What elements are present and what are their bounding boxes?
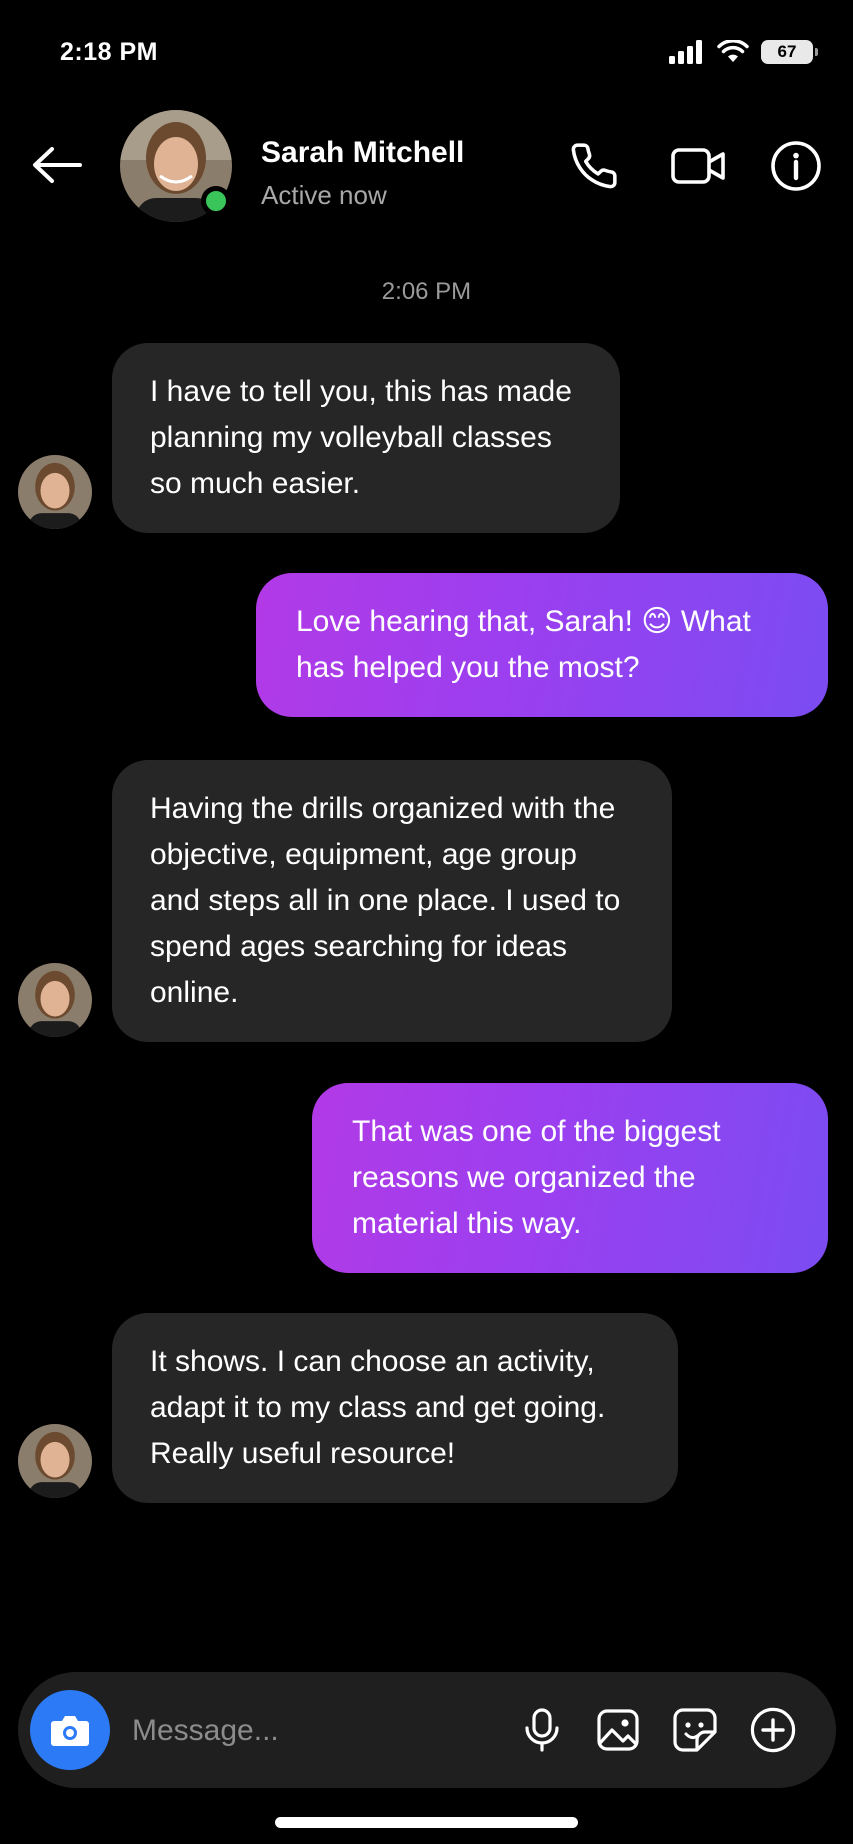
gallery-icon bbox=[597, 1709, 639, 1751]
camera-button[interactable] bbox=[30, 1690, 110, 1770]
sender-avatar[interactable] bbox=[18, 455, 92, 529]
more-options-button[interactable] bbox=[743, 1700, 803, 1760]
message-composer bbox=[18, 1672, 836, 1788]
wifi-icon bbox=[717, 40, 749, 62]
gallery-button[interactable] bbox=[588, 1700, 648, 1760]
sticker-button[interactable] bbox=[665, 1700, 725, 1760]
sender-avatar[interactable] bbox=[18, 963, 92, 1037]
info-button[interactable] bbox=[768, 138, 824, 194]
sticker-icon bbox=[673, 1708, 717, 1752]
status-icons: 67 bbox=[669, 40, 818, 64]
sender-avatar[interactable] bbox=[18, 1424, 92, 1498]
contact-status: Active now bbox=[261, 180, 387, 210]
camera-icon bbox=[51, 1716, 89, 1746]
battery-indicator: 67 bbox=[761, 40, 818, 64]
voice-message-button[interactable] bbox=[512, 1700, 572, 1760]
video-call-button[interactable] bbox=[670, 138, 726, 194]
back-button[interactable] bbox=[30, 140, 90, 190]
video-camera-icon bbox=[671, 148, 725, 184]
message-bubble-incoming[interactable]: I have to tell you, this has made planni… bbox=[112, 343, 620, 533]
home-indicator[interactable] bbox=[275, 1817, 578, 1828]
phone-icon bbox=[571, 143, 617, 189]
message-bubble-incoming[interactable]: It shows. I can choose an activity, adap… bbox=[112, 1313, 678, 1503]
info-icon bbox=[771, 141, 821, 191]
back-arrow-icon bbox=[33, 147, 82, 183]
voice-call-button[interactable] bbox=[566, 138, 622, 194]
message-input[interactable] bbox=[130, 1700, 514, 1762]
status-bar: 2:18 PM 67 bbox=[0, 0, 853, 110]
microphone-icon bbox=[525, 1708, 559, 1752]
conversation-timestamp: 2:06 PM bbox=[381, 278, 472, 305]
message-bubble-incoming[interactable]: Having the drills organized with the obj… bbox=[112, 760, 672, 1042]
status-time: 2:18 PM bbox=[60, 38, 158, 66]
contact-name[interactable]: Sarah Mitchell bbox=[261, 136, 464, 170]
online-status-dot bbox=[201, 186, 231, 216]
plus-circle-icon bbox=[750, 1707, 796, 1753]
message-bubble-outgoing[interactable]: That was one of the biggest reasons we o… bbox=[312, 1083, 828, 1273]
chat-header: Sarah Mitchell Active now bbox=[0, 100, 853, 235]
signal-icon bbox=[669, 40, 702, 64]
message-bubble-outgoing[interactable]: Love hearing that, Sarah! 😊 What has hel… bbox=[256, 573, 828, 717]
